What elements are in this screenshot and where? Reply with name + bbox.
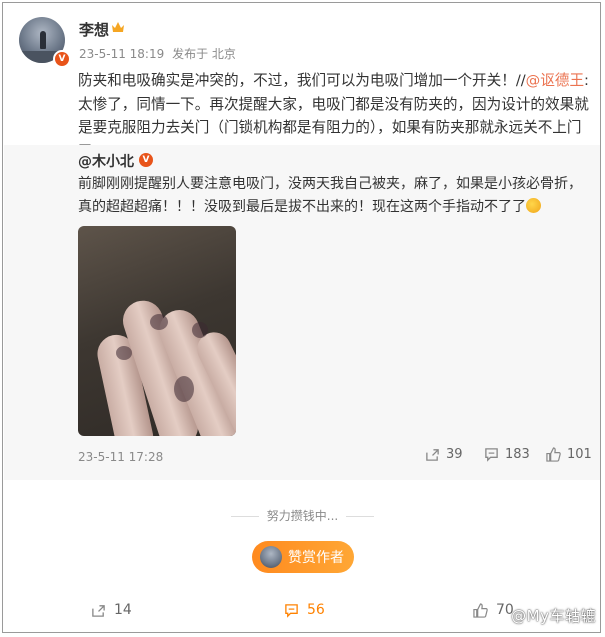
share-icon [92,604,105,617]
share-button[interactable]: 14 [91,602,132,618]
retweet-like-count: 101 [567,447,592,462]
mention-link[interactable]: @讴德王 [526,72,584,89]
thumbs-up-icon [546,447,561,462]
comment-button[interactable]: 56 [284,602,325,618]
retweet-verified-badge-icon: V [139,153,153,167]
post-meta: 23-5-11 18:19 发布于 北京 [79,45,240,62]
weibo-post-card: V 李想 23-5-11 18:19 发布于 北京 防夹和电吸确实是冲突的，不过… [2,2,601,633]
retweet-comment-button[interactable]: 183 [484,447,530,462]
reward-author-button[interactable]: 赞赏作者 [252,541,354,573]
retweet-photo[interactable] [78,226,236,436]
share-count: 14 [114,602,132,618]
comment-icon [285,603,298,618]
comment-count: 56 [307,602,325,618]
post-text-part1: 防夹和电吸确实是冲突的，不过，我们可以为电吸门增加一个开关！// [78,72,526,89]
retweet-box[interactable]: @木小北 V 前脚刚刚提醒别人要注意电吸门，没两天我自己被夹，麻了，如果是小孩必… [4,145,600,480]
share-icon [426,449,439,461]
divider-text: 努力攒钱中... [266,509,339,523]
photo-bruise [192,322,208,338]
photo-bruise [150,314,168,330]
verified-badge-icon: V [53,50,71,68]
avatar-figure [40,31,46,49]
like-button[interactable]: 70 [473,602,514,618]
divider-line [346,516,375,517]
photo-bruise [116,346,132,360]
retweet-time[interactable]: 23-5-11 17:28 [78,450,163,464]
retweet-comment-count: 183 [505,447,530,462]
retweet-text-body: 前脚刚刚提醒别人要注意电吸门，没两天我自己被夹，麻了，如果是小孩必骨折，真的超超… [78,176,582,215]
retweet-share-count: 39 [446,447,463,462]
thumbs-up-icon [473,602,488,618]
retweet-text: 前脚刚刚提醒别人要注意电吸门，没两天我自己被夹，麻了，如果是小孩必骨折，真的超超… [78,173,588,219]
retweet-share-button[interactable]: 39 [425,447,463,462]
reward-avatar [260,546,282,568]
retweet-like-button[interactable]: 101 [546,447,592,462]
retweet-user[interactable]: @木小北 [78,151,134,171]
crying-emoji-icon [526,198,541,213]
photo-bruise [174,376,194,402]
post-source: 发布于 北京 [172,47,236,61]
crown-icon [112,22,124,32]
post-date[interactable]: 23-5-11 18:19 [79,47,164,61]
reward-divider: 努力攒钱中... [3,507,600,524]
divider-line [230,516,259,517]
comment-icon [485,448,498,462]
author-name[interactable]: 李想 [79,19,109,40]
reward-label: 赞赏作者 [288,550,344,566]
watermark: @My车轱辘 [511,607,596,625]
